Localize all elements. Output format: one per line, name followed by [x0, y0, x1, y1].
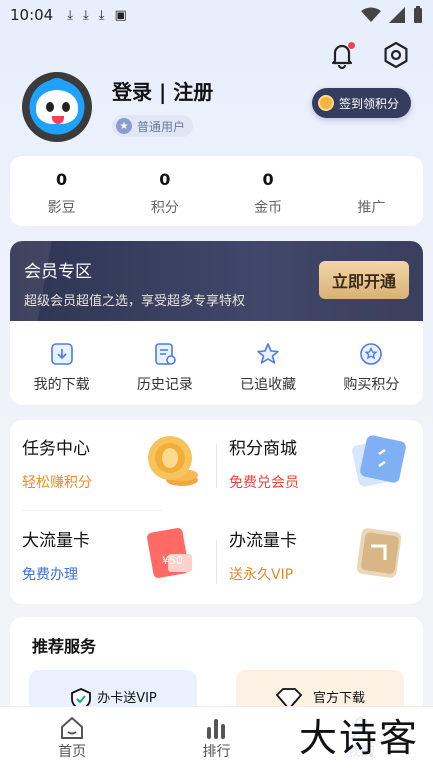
- home-icon: [61, 717, 84, 739]
- user-level-badge: ★ 普通用户: [112, 115, 194, 137]
- grid-item-title: 大流量卡: [22, 531, 90, 551]
- quick-action-downloads[interactable]: 我的下载: [10, 341, 113, 405]
- notification-bell-icon[interactable]: [327, 40, 357, 70]
- grid-item-title: 任务中心: [22, 439, 90, 459]
- quick-actions: 我的下载 历史记录 已追收藏 购买积分: [10, 321, 423, 405]
- grid-item-subtitle: 免费兑会员: [229, 475, 299, 491]
- star-icon: [257, 343, 279, 364]
- stat-value: [320, 170, 423, 189]
- quick-action-label: 购买积分: [343, 377, 400, 393]
- tab-ranking[interactable]: 排行: [144, 707, 288, 771]
- sim-card-icon: ¥50: [147, 528, 192, 578]
- download-notification-icon: ⤓: [82, 7, 89, 23]
- quick-action-history[interactable]: 历史记录: [113, 341, 216, 405]
- avatar[interactable]: [22, 72, 92, 142]
- grid-item-task-center[interactable]: 任务中心 轻松赚积分: [10, 420, 216, 510]
- battery-icon: [414, 6, 422, 23]
- stats-card: 0 影豆 0 积分 0 金币 推广: [10, 156, 423, 226]
- stat-value: 0: [262, 170, 274, 189]
- download-icon: [50, 343, 73, 365]
- coin-icon: [317, 95, 334, 111]
- tab-home[interactable]: 首页: [0, 707, 144, 771]
- stat-points[interactable]: 0 积分: [113, 156, 216, 226]
- tab-label: 排行: [202, 744, 231, 760]
- quick-action-label: 我的下载: [33, 377, 90, 393]
- quick-action-label: 历史记录: [136, 377, 193, 393]
- grid-item-subtitle: 免费办理: [22, 567, 78, 583]
- member-star-icon: ★: [116, 118, 132, 134]
- coin-stack-icon: [148, 436, 198, 486]
- signal-icon: [389, 7, 405, 23]
- user-level-label: 普通用户: [137, 119, 186, 134]
- watermark: 大诗客: [294, 714, 423, 762]
- stat-value: 0: [159, 170, 171, 189]
- grid-item-points-mall[interactable]: 积分商城 免费兑会员: [217, 420, 423, 510]
- grid-item-subtitle: 送永久VIP: [229, 567, 294, 583]
- grid-item-subtitle: 轻松赚积分: [22, 475, 92, 491]
- divider: [22, 510, 162, 511]
- grid-item-apply-card[interactable]: 办流量卡 送永久VIP: [217, 512, 423, 602]
- sign-in-button[interactable]: 签到领积分: [311, 88, 411, 118]
- quick-action-label: 已追收藏: [240, 377, 297, 393]
- tab-label: 首页: [58, 744, 87, 760]
- sign-in-label: 签到领积分: [338, 96, 399, 111]
- history-icon: [155, 343, 176, 365]
- svg-text:¥50: ¥50: [162, 554, 183, 567]
- grid-item-title: 积分商城: [229, 439, 297, 459]
- card-icon: [352, 435, 406, 487]
- recommend-title: 推荐服务: [32, 637, 97, 656]
- status-bar: 10:04 ⤓ ⤓ ⤓ ▣: [0, 0, 433, 30]
- grid-item-title: 办流量卡: [229, 531, 297, 551]
- stat-label: 影豆: [47, 200, 76, 216]
- stat-label: 推广: [357, 200, 386, 216]
- services-grid: 任务中心 轻松赚积分 积分商城 免费兑会员 大流量卡 免费办理 ¥50 办流量卡…: [10, 420, 423, 604]
- unread-dot: [348, 42, 355, 49]
- quick-action-buy-points[interactable]: 购买积分: [320, 341, 423, 405]
- stat-beans[interactable]: 0 影豆: [10, 156, 113, 226]
- quick-action-favorites[interactable]: 已追收藏: [217, 341, 320, 405]
- download-notification-icon: ⤓: [98, 7, 105, 23]
- vip-banner: 会员专区 超级会员超值之选，享受超多专享特权 立即开通: [10, 241, 423, 321]
- open-vip-button[interactable]: 立即开通: [319, 261, 409, 299]
- gold-card-icon: [356, 528, 402, 578]
- stat-coins[interactable]: 0 金币: [217, 156, 320, 226]
- grid-item-data-card[interactable]: 大流量卡 免费办理 ¥50: [10, 512, 216, 602]
- stat-label: 积分: [150, 200, 179, 216]
- vip-card: 会员专区 超级会员超值之选，享受超多专享特权 立即开通 我的下载 历史记录 已追…: [10, 241, 423, 405]
- recommend-item-label: 官方下载: [312, 691, 365, 706]
- points-icon: [360, 343, 383, 365]
- app-notification-icon: ▣: [114, 7, 127, 23]
- status-time: 10:04: [10, 6, 54, 24]
- stat-promotion[interactable]: 推广: [320, 156, 423, 226]
- stat-label: 金币: [254, 200, 283, 216]
- ranking-icon: [207, 719, 226, 739]
- recommend-item-label: 办卡送VIP: [97, 691, 157, 706]
- download-notification-icon: ⤓: [67, 7, 73, 23]
- login-register-link[interactable]: 登录 | 注册: [112, 76, 213, 105]
- stat-value: 0: [56, 170, 68, 189]
- settings-icon[interactable]: [381, 40, 411, 70]
- wifi-icon: [361, 7, 381, 22]
- profile-header: 登录 | 注册 ★ 普通用户: [22, 72, 213, 142]
